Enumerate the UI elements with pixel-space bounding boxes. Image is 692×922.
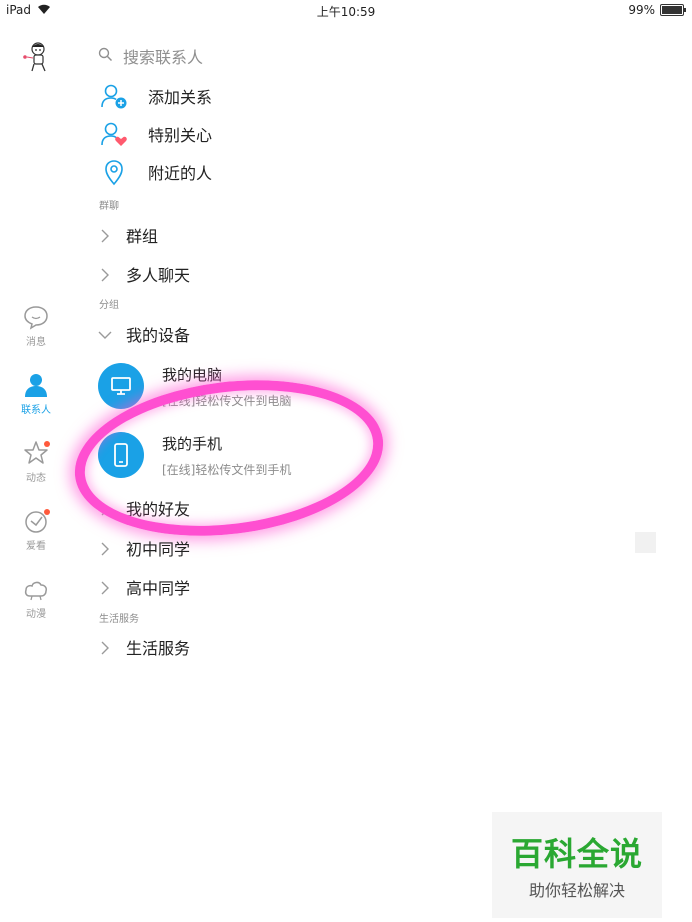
watermark-subtitle: 助你轻松解决: [528, 881, 625, 900]
special-care-item[interactable]: 特别关心: [100, 120, 212, 148]
nearby-people-label: 附近的人: [148, 164, 213, 183]
chevron-right-icon: [98, 228, 112, 243]
watermark-title: 百科全说: [510, 835, 643, 873]
group-item-life-services[interactable]: 生活服务: [98, 635, 190, 659]
group-label-multichat: 多人聊天: [126, 266, 191, 285]
monitor-icon: [98, 363, 144, 409]
left-rail: 消息 联系人 动态 爱看 动漫: [0, 20, 72, 922]
rail-item-anime[interactable]: 动漫: [0, 576, 72, 620]
status-time: 上午10:59: [316, 5, 376, 19]
search-icon: [98, 47, 113, 66]
special-care-label: 特别关心: [148, 126, 213, 145]
rail-label-feed: 动态: [26, 473, 46, 484]
group-item-middle-school[interactable]: 初中同学: [98, 536, 190, 560]
group-item-groups[interactable]: 群组: [98, 223, 158, 247]
group-item-high-school[interactable]: 高中同学: [98, 575, 190, 599]
add-person-icon: [100, 82, 128, 110]
watermark: 百科全说 助你轻松解决: [492, 812, 662, 918]
group-label-groups: 群组: [126, 227, 159, 246]
chat-bubble-icon: [23, 304, 49, 330]
person-heart-icon: [100, 120, 128, 148]
look-icon: [23, 508, 50, 534]
search-placeholder: 搜索联系人: [123, 48, 204, 67]
battery-icon: [660, 4, 686, 16]
status-bar: iPad 上午10:59 99%: [0, 0, 692, 20]
section-groups: 分组: [99, 300, 119, 311]
section-group-chat: 群聊: [99, 201, 119, 212]
scroll-indicator[interactable]: [635, 532, 656, 553]
avatar[interactable]: [20, 40, 54, 74]
group-item-multichat[interactable]: 多人聊天: [98, 262, 190, 286]
group-label-my-devices: 我的设备: [126, 326, 191, 345]
rail-label-contacts: 联系人: [21, 405, 51, 416]
rail-item-feed[interactable]: 动态: [0, 440, 72, 484]
section-life: 生活服务: [99, 614, 139, 625]
cloud-icon: [23, 576, 49, 602]
group-label-middle-school: 初中同学: [126, 540, 191, 559]
rail-label-anime: 动漫: [26, 609, 46, 620]
location-pin-icon: [100, 158, 128, 186]
watch-badge: [44, 509, 50, 515]
rail-label-watch: 爱看: [26, 541, 46, 552]
group-item-my-devices[interactable]: 我的设备: [98, 322, 190, 346]
star-icon: [23, 440, 50, 466]
rail-item-contacts[interactable]: 联系人: [0, 372, 72, 416]
add-relation-label: 添加关系: [148, 88, 213, 107]
rail-item-watch[interactable]: 爱看: [0, 508, 72, 552]
chevron-right-icon: [98, 640, 112, 655]
rail-item-messages[interactable]: 消息: [0, 304, 72, 348]
group-label-life-services: 生活服务: [126, 639, 191, 658]
chevron-down-icon: [98, 327, 112, 341]
chevron-right-icon: [98, 580, 112, 595]
search-input[interactable]: 搜索联系人: [98, 44, 203, 68]
nearby-people-item[interactable]: 附近的人: [100, 158, 212, 186]
battery-percent: 99%: [628, 3, 655, 17]
group-label-high-school: 高中同学: [126, 579, 191, 598]
person-icon: [23, 372, 49, 398]
chevron-right-icon: [98, 541, 112, 556]
add-relation-item[interactable]: 添加关系: [100, 82, 212, 110]
feed-badge: [44, 441, 50, 447]
rail-label-messages: 消息: [26, 337, 46, 348]
chevron-right-icon: [98, 267, 112, 282]
